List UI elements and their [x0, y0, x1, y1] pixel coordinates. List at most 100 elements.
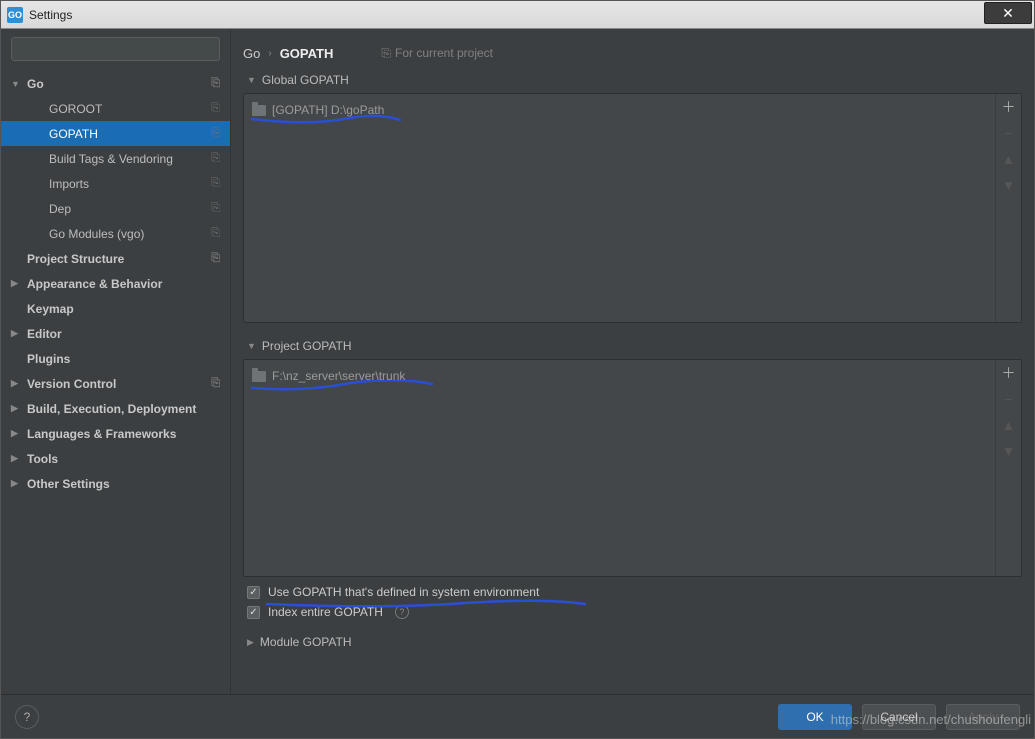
settings-tree[interactable]: Go ⎘ GOROOT ⎘ GOPATH ⎘ Build Tags & Vendoring ⎘… — [1, 69, 230, 694]
app-icon: GO — [7, 7, 23, 23]
checkbox-checked-icon: ✓ — [247, 586, 260, 599]
sidebar-item-label: Languages & Frameworks — [27, 427, 176, 441]
sidebar-item-project-structure[interactable]: Project Structure ⎘ — [1, 246, 230, 271]
move-up-button[interactable]: ▲ — [996, 412, 1022, 438]
chevron-down-icon — [11, 79, 23, 89]
sidebar-item-imports[interactable]: Imports ⎘ — [1, 171, 230, 196]
settings-window: GO Settings ✕ 🔍 ▾ Go⎘GOROOT⎘GOPATH⎘Build… — [0, 0, 1035, 739]
sidebar-item-label: Keymap — [27, 302, 74, 316]
move-down-button[interactable]: ▼ — [996, 172, 1022, 198]
sidebar-item-plugins[interactable]: Plugins — [1, 346, 230, 371]
list-item[interactable]: [GOPATH] D:\goPath — [252, 100, 987, 120]
content-pane: Go › GOPATH ⎘ For current project ▼ Glob… — [231, 29, 1034, 694]
move-up-button[interactable]: ▲ — [996, 146, 1022, 172]
sidebar-item-label: Go — [27, 77, 44, 91]
sidebar-item-gopath[interactable]: GOPATH ⎘ — [1, 121, 230, 146]
sidebar-item-keymap[interactable]: Keymap — [1, 296, 230, 321]
sidebar-item-go[interactable]: Go ⎘ — [1, 71, 230, 96]
main-row: 🔍 ▾ Go⎘GOROOT⎘GOPATH⎘Build Tags & Vendor… — [1, 29, 1034, 694]
chevron-right-icon — [11, 278, 23, 289]
copy-icon: ⎘ — [211, 102, 220, 115]
sidebar-item-label: Plugins — [27, 352, 70, 366]
use-system-gopath-checkbox[interactable]: ✓ Use GOPATH that's defined in system en… — [247, 585, 1018, 599]
ok-button[interactable]: OK — [778, 704, 852, 730]
sidebar-item-label: Dep — [49, 202, 71, 216]
sidebar-item-tools[interactable]: Tools — [1, 446, 230, 471]
copy-icon: ⎘ — [211, 202, 220, 215]
copy-icon: ⎘ — [211, 77, 220, 90]
path-label: [GOPATH] D:\goPath — [272, 103, 384, 117]
index-entire-gopath-checkbox[interactable]: ✓ Index entire GOPATH ? — [247, 605, 1018, 619]
search-input[interactable] — [11, 37, 220, 61]
project-gopath-header[interactable]: ▼ Project GOPATH — [243, 333, 1022, 359]
sidebar-item-label: Build, Execution, Deployment — [27, 402, 196, 416]
add-button[interactable]: ＋ — [996, 360, 1022, 386]
dialog-footer: ? OK Cancel Apply — [1, 694, 1034, 738]
sidebar-item-label: GOPATH — [49, 127, 98, 141]
copy-icon: ⎘ — [211, 152, 220, 165]
cancel-button[interactable]: Cancel — [862, 704, 936, 730]
list-toolbar: ＋ − ▲ ▼ — [995, 360, 1021, 576]
module-gopath-header[interactable]: ▶ Module GOPATH — [243, 629, 1022, 655]
global-gopath-list: [GOPATH] D:\goPath ＋ − ▲ ▼ — [243, 93, 1022, 323]
sidebar-item-label: Project Structure — [27, 252, 124, 266]
sidebar-item-dep[interactable]: Dep ⎘ — [1, 196, 230, 221]
copy-icon: ⎘ — [211, 252, 220, 265]
sidebar-item-build-tags-vendoring[interactable]: Build Tags & Vendoring ⎘ — [1, 146, 230, 171]
sidebar-item-label: Appearance & Behavior — [27, 277, 162, 291]
sidebar-item-label: Version Control — [27, 377, 116, 391]
sidebar-item-goroot[interactable]: GOROOT ⎘ — [1, 96, 230, 121]
chevron-right-icon — [11, 328, 23, 339]
breadcrumb-current: GOPATH — [280, 46, 334, 61]
sidebar-item-go-modules-vgo-[interactable]: Go Modules (vgo) ⎘ — [1, 221, 230, 246]
apply-button[interactable]: Apply — [946, 704, 1020, 730]
copy-icon: ⎘ — [381, 46, 391, 61]
sidebar-item-label: Build Tags & Vendoring — [49, 152, 173, 166]
move-down-button[interactable]: ▼ — [996, 438, 1022, 464]
chevron-down-icon: ▼ — [247, 75, 256, 85]
chevron-right-icon: › — [268, 48, 271, 59]
chevron-right-icon — [11, 428, 23, 439]
sidebar-item-label: Imports — [49, 177, 89, 191]
list-toolbar: ＋ − ▲ ▼ — [995, 94, 1021, 322]
dialog-body: 🔍 ▾ Go⎘GOROOT⎘GOPATH⎘Build Tags & Vendor… — [1, 29, 1034, 738]
remove-button[interactable]: − — [996, 120, 1022, 146]
sidebar-item-label: Editor — [27, 327, 62, 341]
sidebar-item-editor[interactable]: Editor — [1, 321, 230, 346]
chevron-right-icon — [11, 403, 23, 414]
checkbox-checked-icon: ✓ — [247, 606, 260, 619]
sidebar-item-label: Go Modules (vgo) — [49, 227, 144, 241]
sidebar-item-label: GOROOT — [49, 102, 102, 116]
sidebar-item-appearance-behavior[interactable]: Appearance & Behavior — [1, 271, 230, 296]
copy-icon: ⎘ — [211, 127, 220, 140]
sidebar-item-label: Tools — [27, 452, 58, 466]
help-button[interactable]: ? — [15, 705, 39, 729]
chevron-right-icon — [11, 453, 23, 464]
sidebar-item-label: Other Settings — [27, 477, 110, 491]
global-gopath-header[interactable]: ▼ Global GOPATH — [243, 67, 1022, 93]
options: ✓ Use GOPATH that's defined in system en… — [243, 577, 1022, 623]
remove-button[interactable]: − — [996, 386, 1022, 412]
close-button[interactable]: ✕ — [984, 2, 1032, 24]
chevron-right-icon — [11, 478, 23, 489]
for-current-project: ⎘ For current project — [381, 46, 493, 61]
sidebar-item-languages-frameworks[interactable]: Languages & Frameworks — [1, 421, 230, 446]
copy-icon: ⎘ — [211, 227, 220, 240]
window-title: Settings — [29, 8, 72, 22]
sidebar-item-other-settings[interactable]: Other Settings — [1, 471, 230, 496]
add-button[interactable]: ＋ — [996, 94, 1022, 120]
copy-icon: ⎘ — [211, 177, 220, 190]
list-item[interactable]: F:\nz_server\server\trunk — [252, 366, 987, 386]
sidebar-item-version-control[interactable]: Version Control⎘ — [1, 371, 230, 396]
chevron-down-icon: ▼ — [247, 341, 256, 351]
breadcrumb: Go › GOPATH ⎘ For current project — [243, 39, 1022, 67]
breadcrumb-root[interactable]: Go — [243, 46, 260, 61]
sidebar: 🔍 ▾ Go⎘GOROOT⎘GOPATH⎘Build Tags & Vendor… — [1, 29, 231, 694]
help-icon[interactable]: ? — [395, 605, 409, 619]
project-gopath-list: F:\nz_server\server\trunk ＋ − ▲ ▼ — [243, 359, 1022, 577]
folder-icon — [252, 371, 266, 382]
path-label: F:\nz_server\server\trunk — [272, 369, 405, 383]
chevron-right-icon — [11, 378, 23, 389]
sidebar-item-build-execution-deployment[interactable]: Build, Execution, Deployment — [1, 396, 230, 421]
chevron-right-icon: ▶ — [247, 637, 254, 648]
